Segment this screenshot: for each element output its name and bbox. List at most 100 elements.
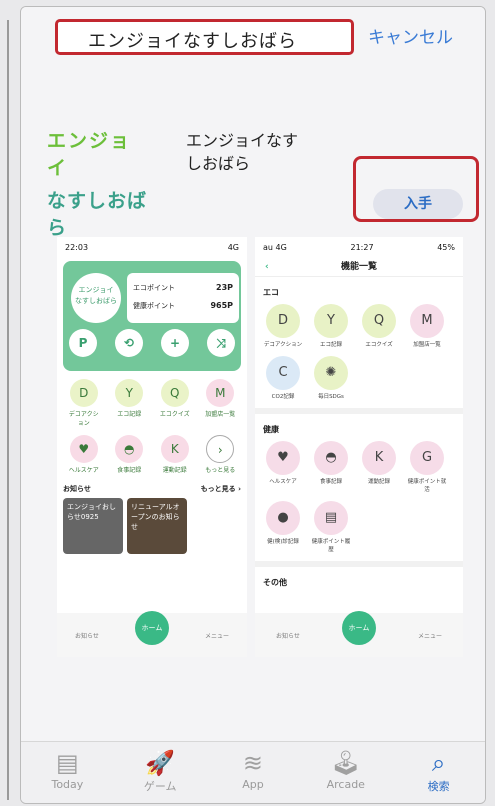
news-header: お知らせ もっと見る ›: [63, 484, 241, 494]
tab-games[interactable]: 🚀 ゲーム: [125, 748, 195, 794]
inner-tab: メニュー: [417, 632, 442, 640]
status-signal: 4G: [227, 242, 239, 252]
health-items: ♥ ヘルスケア ◓ 食事記録 K 運動記録 G 健康ポイント就活 ● 健(検)診記録 ▤ 健…: [255, 439, 463, 555]
eco-item: C CO2記録: [263, 356, 303, 400]
back-chevron-icon: ‹: [265, 262, 269, 272]
status-time: 22:03: [65, 242, 89, 252]
item-label: ヘルスケア: [269, 479, 297, 485]
tab-arcade[interactable]: 🕹 Arcade: [311, 748, 381, 791]
deco-icon: D: [266, 304, 300, 338]
today-icon: ▤: [56, 749, 79, 777]
item-label: 健(検)診記録: [267, 539, 299, 545]
card-logo: エンジョイ なすしおばら: [71, 273, 121, 323]
health-points-row: 健康ポイント 965P: [133, 297, 233, 315]
health-section-title: 健康: [263, 425, 279, 434]
tab-label: ゲーム: [143, 780, 177, 793]
health-points-label: 健康ポイント: [133, 302, 175, 310]
inner-tab: お知らせ: [75, 632, 99, 640]
search-row: エンジョイなすしおばら キャンセル: [21, 7, 485, 69]
feature-label: ヘルスケア: [68, 467, 99, 474]
card-logo-l1: エンジョイ: [78, 286, 114, 294]
meal-icon: ◓: [115, 435, 144, 463]
qr-collect-icon: +: [161, 329, 189, 357]
feature-label: 加盟店一覧: [205, 411, 236, 418]
feature-label: エコクイズ: [159, 411, 190, 418]
points-history-icon: ▤: [314, 501, 348, 535]
item-label: 食事記録: [319, 479, 342, 485]
health-points-value: 965P: [210, 301, 233, 310]
health-item: ● 健(検)診記録: [263, 501, 303, 553]
app-name: エンジョイなすしおばら: [186, 131, 299, 173]
health-item: K 運動記録: [359, 441, 399, 493]
feature-item: › もっと見る: [203, 435, 237, 474]
logo-line2: なすしおばら: [47, 190, 148, 239]
home-tab-button: ホーム: [341, 611, 376, 645]
point-history-icon: ⟲: [115, 329, 143, 357]
eco-points-row: エコポイント 23P: [133, 279, 233, 297]
heart-icon: ♥: [266, 441, 300, 475]
item-label: 健康ポイント履歴: [311, 539, 351, 553]
eco-item: Y エコ記録: [311, 304, 351, 348]
item-label: 加盟店一覧: [413, 342, 441, 348]
search-query: エンジョイなすしおばら: [88, 31, 297, 52]
co2-cloud-icon: C: [266, 356, 300, 390]
inner-tab: メニュー: [204, 632, 229, 640]
health-item: G 健康ポイント就活: [407, 441, 447, 493]
eco-section-title: エコ: [263, 288, 279, 297]
inner-tabbar: お知らせ ホーム メニュー: [57, 611, 247, 657]
eco-points-label: エコポイント: [133, 284, 175, 292]
eco-item: M 加盟店一覧: [407, 304, 447, 348]
tab-search[interactable]: ⌕ 検索: [404, 748, 474, 794]
feature-item: Y エコ記録: [112, 379, 146, 427]
run-icon: K: [362, 441, 396, 475]
joystick-icon: 🕹: [330, 749, 362, 777]
eco-points-value: 23P: [216, 283, 233, 292]
use-icon: ⤨: [207, 329, 235, 357]
card-logo-l2: なすしおばら: [75, 297, 117, 305]
points-card: エンジョイ なすしおばら エコポイント 23P 健康ポイント 965P P ⟲ + …: [63, 261, 241, 371]
get-button[interactable]: 入手: [373, 189, 463, 219]
features-title: 機能一覧: [340, 262, 377, 272]
checkup-icon: ●: [266, 501, 300, 535]
news-more-link: もっと見る ›: [200, 485, 241, 493]
eco-item: ✺ 毎日SDGs: [311, 356, 351, 400]
tab-today[interactable]: ▤ Today: [32, 748, 102, 791]
sprout-icon: Y: [115, 379, 144, 407]
cancel-button[interactable]: キャンセル: [368, 23, 453, 48]
status-bar: au 4G 21:27 45%: [255, 237, 463, 257]
screenshot-features[interactable]: au 4G 21:27 45% ‹ 機能一覧 エコ D デコアクション Y エコ記録…: [255, 237, 463, 657]
feature-label: 運動記録: [162, 467, 187, 474]
feature-item: ◓ 食事記録: [112, 435, 146, 474]
heart-icon: ♥: [69, 435, 98, 463]
meal-icon: ◓: [314, 441, 348, 475]
feature-label: もっと見る: [205, 467, 236, 474]
features-header: ‹ 機能一覧: [255, 257, 463, 277]
feature-label: デコアクション: [68, 411, 99, 427]
app-result[interactable]: エンジョイ なすしおばら エンジョイなすしおばら 入手: [21, 71, 485, 239]
run-icon: K: [160, 435, 189, 463]
item-label: デコアクション: [263, 342, 303, 348]
status-carrier: au 4G: [263, 242, 287, 252]
screenshot-home[interactable]: 22:03 4G エンジョイ なすしおばら エコポイント 23P 健康ポイント 96…: [57, 237, 247, 657]
other-section-title: その他: [263, 578, 287, 587]
tab-apps[interactable]: ≋ App: [218, 748, 288, 791]
logo-line1: エンジョイ: [47, 130, 132, 179]
feature-row-2: ♥ ヘルスケア ◓ 食事記録 K 運動記録 › もっと見る: [61, 435, 243, 474]
news-image: リニューアルオープンのお知らせ: [127, 498, 187, 554]
news-image: エンジョイおしらせ0925: [63, 498, 123, 554]
status-bar: 22:03 4G: [57, 237, 247, 257]
app-logo: エンジョイ なすしおばら: [47, 126, 151, 239]
feature-label: エコ記録: [117, 411, 142, 418]
app-store-tabbar: ▤ Today 🚀 ゲーム ≋ App 🕹 Arcade ⌕ 検索: [21, 741, 485, 803]
health-item: ♥ ヘルスケア: [263, 441, 303, 493]
search-input[interactable]: エンジョイなすしおばら: [55, 19, 354, 55]
feature-item: D デコアクション: [67, 379, 101, 427]
item-label: CO2記録: [271, 394, 295, 400]
app-store-window: エンジョイなすしおばら キャンセル エンジョイ なすしおばら エンジョイなすしお…: [20, 6, 486, 804]
news-title: お知らせ: [63, 485, 91, 493]
map-icon: M: [410, 304, 444, 338]
left-border: [7, 20, 9, 800]
health-goal-icon: G: [410, 441, 444, 475]
health-item: ▤ 健康ポイント履歴: [311, 501, 351, 553]
deco-icon: D: [69, 379, 98, 407]
